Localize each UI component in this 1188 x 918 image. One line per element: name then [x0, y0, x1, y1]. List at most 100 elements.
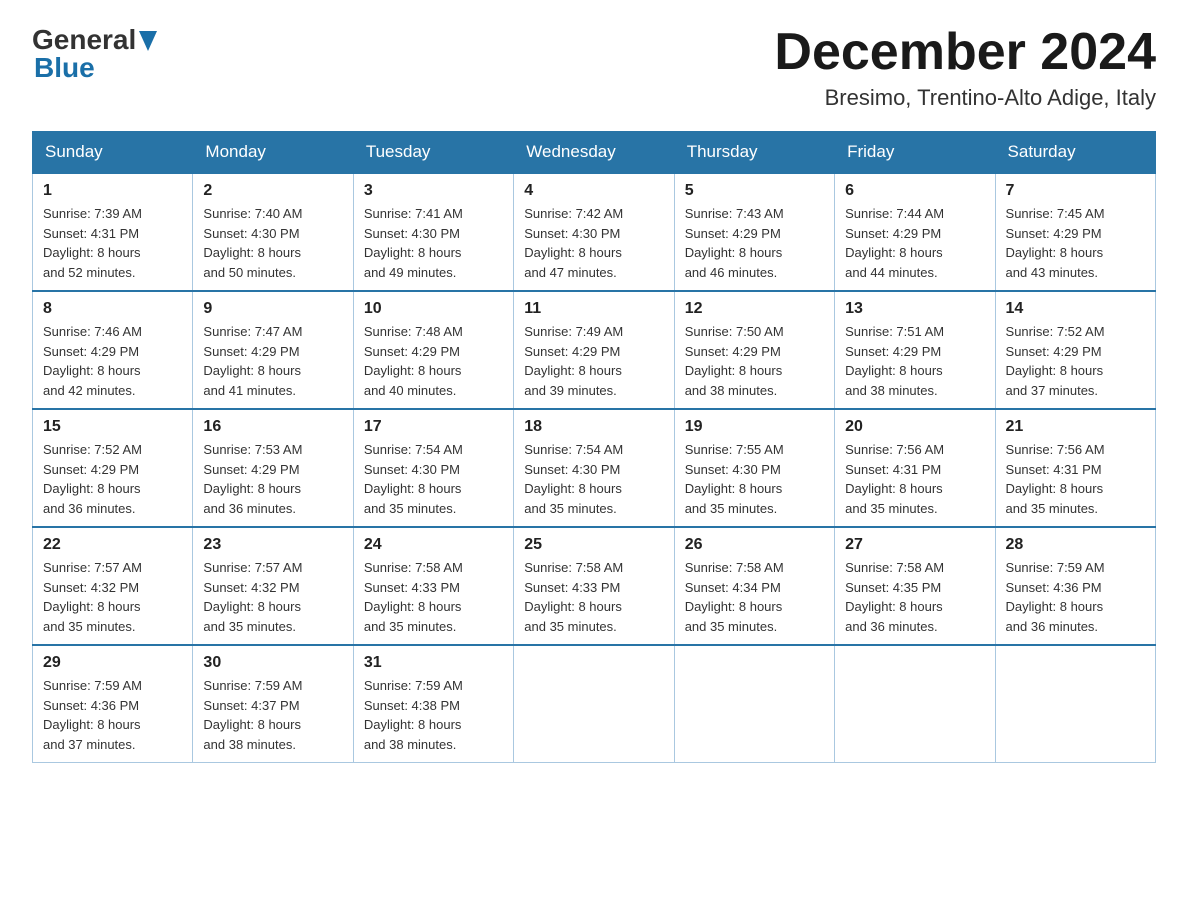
- calendar-cell: 28 Sunrise: 7:59 AMSunset: 4:36 PMDayligh…: [995, 527, 1155, 645]
- col-header-friday: Friday: [835, 132, 995, 174]
- calendar-cell: 27 Sunrise: 7:58 AMSunset: 4:35 PMDayligh…: [835, 527, 995, 645]
- calendar-cell: 17 Sunrise: 7:54 AMSunset: 4:30 PMDayligh…: [353, 409, 513, 527]
- day-info: Sunrise: 7:55 AMSunset: 4:30 PMDaylight:…: [685, 440, 824, 518]
- day-info: Sunrise: 7:59 AMSunset: 4:36 PMDaylight:…: [43, 676, 182, 754]
- day-info: Sunrise: 7:46 AMSunset: 4:29 PMDaylight:…: [43, 322, 182, 400]
- day-number: 3: [364, 182, 503, 200]
- day-info: Sunrise: 7:57 AMSunset: 4:32 PMDaylight:…: [43, 558, 182, 636]
- day-info: Sunrise: 7:42 AMSunset: 4:30 PMDaylight:…: [524, 204, 663, 282]
- day-number: 1: [43, 182, 182, 200]
- calendar-week-row: 22 Sunrise: 7:57 AMSunset: 4:32 PMDayligh…: [33, 527, 1156, 645]
- day-number: 8: [43, 300, 182, 318]
- col-header-saturday: Saturday: [995, 132, 1155, 174]
- calendar-cell: 2 Sunrise: 7:40 AMSunset: 4:30 PMDaylight…: [193, 173, 353, 291]
- day-number: 27: [845, 536, 984, 554]
- day-number: 7: [1006, 182, 1145, 200]
- calendar-cell: 13 Sunrise: 7:51 AMSunset: 4:29 PMDayligh…: [835, 291, 995, 409]
- calendar-cell: 16Sunrise: 7:53 AMSunset: 4:29 PMDayligh…: [193, 409, 353, 527]
- calendar-cell: [674, 645, 834, 763]
- day-number: 30: [203, 654, 342, 672]
- day-info: Sunrise: 7:57 AMSunset: 4:32 PMDaylight:…: [203, 558, 342, 636]
- calendar-cell: 15 Sunrise: 7:52 AMSunset: 4:29 PMDayligh…: [33, 409, 193, 527]
- day-number: 29: [43, 654, 182, 672]
- day-number: 28: [1006, 536, 1145, 554]
- calendar-cell: 14Sunrise: 7:52 AMSunset: 4:29 PMDayligh…: [995, 291, 1155, 409]
- day-info: Sunrise: 7:58 AMSunset: 4:33 PMDaylight:…: [364, 558, 503, 636]
- day-info: Sunrise: 7:48 AMSunset: 4:29 PMDaylight:…: [364, 322, 503, 400]
- calendar-cell: 3Sunrise: 7:41 AMSunset: 4:30 PMDaylight…: [353, 173, 513, 291]
- day-number: 13: [845, 300, 984, 318]
- calendar-cell: 12 Sunrise: 7:50 AMSunset: 4:29 PMDayligh…: [674, 291, 834, 409]
- day-number: 14: [1006, 300, 1145, 318]
- day-info: Sunrise: 7:59 AMSunset: 4:36 PMDaylight:…: [1006, 558, 1145, 636]
- day-number: 5: [685, 182, 824, 200]
- calendar-cell: 5 Sunrise: 7:43 AMSunset: 4:29 PMDaylight…: [674, 173, 834, 291]
- col-header-tuesday: Tuesday: [353, 132, 513, 174]
- col-header-thursday: Thursday: [674, 132, 834, 174]
- col-header-sunday: Sunday: [33, 132, 193, 174]
- calendar-cell: [995, 645, 1155, 763]
- day-info: Sunrise: 7:43 AMSunset: 4:29 PMDaylight:…: [685, 204, 824, 282]
- day-info: Sunrise: 7:54 AMSunset: 4:30 PMDaylight:…: [364, 440, 503, 518]
- day-number: 12: [685, 300, 824, 318]
- day-info: Sunrise: 7:51 AMSunset: 4:29 PMDaylight:…: [845, 322, 984, 400]
- day-info: Sunrise: 7:39 AMSunset: 4:31 PMDaylight:…: [43, 204, 182, 282]
- calendar-cell: [835, 645, 995, 763]
- calendar-table: SundayMondayTuesdayWednesdayThursdayFrid…: [32, 131, 1156, 763]
- day-info: Sunrise: 7:56 AMSunset: 4:31 PMDaylight:…: [1006, 440, 1145, 518]
- day-info: Sunrise: 7:47 AMSunset: 4:29 PMDaylight:…: [203, 322, 342, 400]
- day-info: Sunrise: 7:40 AMSunset: 4:30 PMDaylight:…: [203, 204, 342, 282]
- day-number: 4: [524, 182, 663, 200]
- day-info: Sunrise: 7:53 AMSunset: 4:29 PMDaylight:…: [203, 440, 342, 518]
- day-number: 22: [43, 536, 182, 554]
- col-header-wednesday: Wednesday: [514, 132, 674, 174]
- day-number: 26: [685, 536, 824, 554]
- calendar-cell: 18 Sunrise: 7:54 AMSunset: 4:30 PMDayligh…: [514, 409, 674, 527]
- day-info: Sunrise: 7:49 AMSunset: 4:29 PMDaylight:…: [524, 322, 663, 400]
- calendar-cell: 26 Sunrise: 7:58 AMSunset: 4:34 PMDayligh…: [674, 527, 834, 645]
- day-info: Sunrise: 7:44 AMSunset: 4:29 PMDaylight:…: [845, 204, 984, 282]
- calendar-cell: 21 Sunrise: 7:56 AMSunset: 4:31 PMDayligh…: [995, 409, 1155, 527]
- day-info: Sunrise: 7:52 AMSunset: 4:29 PMDaylight:…: [43, 440, 182, 518]
- header: General Blue December 2024 Bresimo, Tren…: [32, 24, 1156, 111]
- day-number: 15: [43, 418, 182, 436]
- day-info: Sunrise: 7:50 AMSunset: 4:29 PMDaylight:…: [685, 322, 824, 400]
- calendar-cell: 20Sunrise: 7:56 AMSunset: 4:31 PMDayligh…: [835, 409, 995, 527]
- calendar-cell: 30 Sunrise: 7:59 AMSunset: 4:37 PMDayligh…: [193, 645, 353, 763]
- month-title: December 2024: [774, 24, 1156, 81]
- day-number: 20: [845, 418, 984, 436]
- calendar-week-row: 15 Sunrise: 7:52 AMSunset: 4:29 PMDayligh…: [33, 409, 1156, 527]
- logo-blue: Blue: [32, 52, 157, 84]
- day-number: 10: [364, 300, 503, 318]
- day-number: 18: [524, 418, 663, 436]
- day-number: 2: [203, 182, 342, 200]
- calendar-cell: 1 Sunrise: 7:39 AMSunset: 4:31 PMDaylight…: [33, 173, 193, 291]
- calendar-cell: [514, 645, 674, 763]
- calendar-week-row: 29 Sunrise: 7:59 AMSunset: 4:36 PMDayligh…: [33, 645, 1156, 763]
- calendar-header-row: SundayMondayTuesdayWednesdayThursdayFrid…: [33, 132, 1156, 174]
- day-number: 17: [364, 418, 503, 436]
- calendar-cell: 31Sunrise: 7:59 AMSunset: 4:38 PMDayligh…: [353, 645, 513, 763]
- day-info: Sunrise: 7:58 AMSunset: 4:33 PMDaylight:…: [524, 558, 663, 636]
- calendar-cell: 24Sunrise: 7:58 AMSunset: 4:33 PMDayligh…: [353, 527, 513, 645]
- title-area: December 2024 Bresimo, Trentino-Alto Adi…: [774, 24, 1156, 111]
- logo-arrow-icon: [139, 31, 157, 51]
- day-info: Sunrise: 7:45 AMSunset: 4:29 PMDaylight:…: [1006, 204, 1145, 282]
- calendar-cell: 22 Sunrise: 7:57 AMSunset: 4:32 PMDayligh…: [33, 527, 193, 645]
- calendar-week-row: 1 Sunrise: 7:39 AMSunset: 4:31 PMDaylight…: [33, 173, 1156, 291]
- day-info: Sunrise: 7:59 AMSunset: 4:38 PMDaylight:…: [364, 676, 503, 754]
- day-number: 21: [1006, 418, 1145, 436]
- calendar-cell: 10 Sunrise: 7:48 AMSunset: 4:29 PMDayligh…: [353, 291, 513, 409]
- day-number: 25: [524, 536, 663, 554]
- day-info: Sunrise: 7:58 AMSunset: 4:35 PMDaylight:…: [845, 558, 984, 636]
- calendar-cell: 9 Sunrise: 7:47 AMSunset: 4:29 PMDaylight…: [193, 291, 353, 409]
- calendar-cell: 7 Sunrise: 7:45 AMSunset: 4:29 PMDaylight…: [995, 173, 1155, 291]
- calendar-cell: 25 Sunrise: 7:58 AMSunset: 4:33 PMDayligh…: [514, 527, 674, 645]
- day-info: Sunrise: 7:54 AMSunset: 4:30 PMDaylight:…: [524, 440, 663, 518]
- location-subtitle: Bresimo, Trentino-Alto Adige, Italy: [774, 85, 1156, 111]
- day-number: 9: [203, 300, 342, 318]
- day-info: Sunrise: 7:59 AMSunset: 4:37 PMDaylight:…: [203, 676, 342, 754]
- calendar-cell: 8 Sunrise: 7:46 AMSunset: 4:29 PMDaylight…: [33, 291, 193, 409]
- day-info: Sunrise: 7:58 AMSunset: 4:34 PMDaylight:…: [685, 558, 824, 636]
- calendar-cell: 11Sunrise: 7:49 AMSunset: 4:29 PMDayligh…: [514, 291, 674, 409]
